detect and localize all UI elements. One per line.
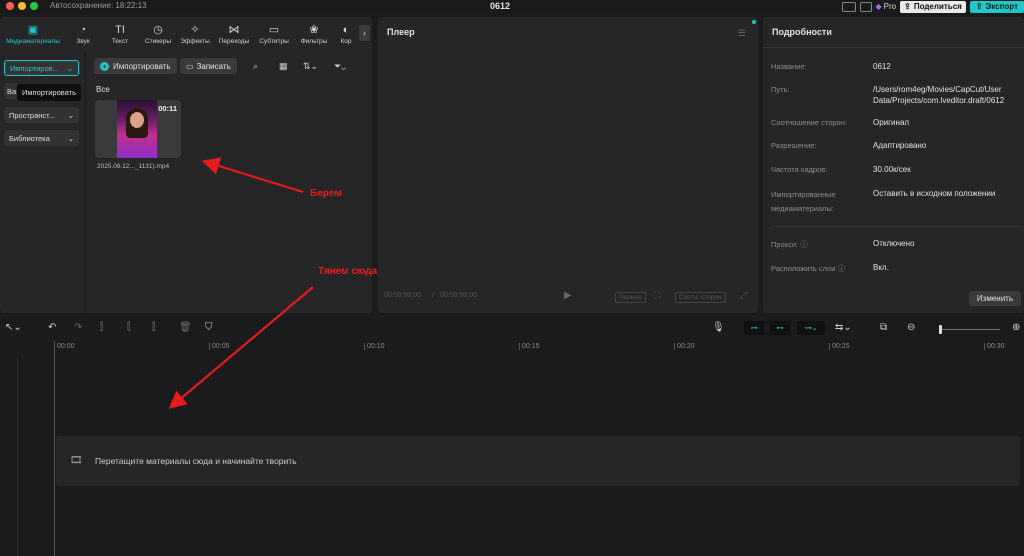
details-title: Подробности — [772, 27, 832, 37]
auto-snap-toggle[interactable]: ⊷ — [770, 321, 790, 335]
total-time: 00:00:00:00 — [440, 292, 477, 299]
notification-dot — [752, 20, 756, 24]
player-title: Плеер — [387, 27, 415, 37]
play-icon[interactable]: ▶ — [564, 290, 572, 301]
microphone-icon[interactable]: 🎙 — [712, 322, 725, 333]
detail-label-path: Путь: — [771, 85, 790, 94]
time-separator: / — [432, 292, 434, 299]
zoom-slider-knob[interactable] — [939, 325, 942, 334]
player-panel: Плеер ☰ 00:00:00:00 / 00:00:00:00 ▶ Полн… — [378, 17, 758, 313]
film-icon: 🎞 — [70, 455, 83, 466]
marker-icon[interactable]: ⛉ — [205, 322, 213, 333]
detail-label-fps: Частота кадров: — [771, 165, 828, 174]
annotation-drag: Тянем сюда — [318, 266, 378, 277]
arrow-take — [201, 157, 304, 194]
playhead[interactable] — [54, 341, 55, 556]
zoom-out-icon[interactable]: ⊖ — [907, 322, 915, 333]
info-icon[interactable]: ⓘ — [800, 240, 808, 249]
detail-value-resolution: Адаптировано — [873, 141, 927, 150]
track-header-divider — [17, 358, 18, 556]
ruler-tick-label: 00:20 — [677, 343, 695, 350]
split-left-icon[interactable]: ⫿ — [127, 322, 130, 333]
detail-label-layers: Расположить слои ⓘ — [771, 263, 845, 274]
undo-icon[interactable]: ↶ — [48, 322, 56, 333]
annotation-take: Берем — [310, 188, 342, 199]
detail-value-path: /Users/rom4eg/Movies/CapCut/User Data/Pr… — [873, 85, 1005, 105]
ruler-tick-label: 00:00 — [57, 343, 75, 350]
detail-label-proxy: Прокси: ⓘ — [771, 239, 808, 250]
redo-icon[interactable]: ↷ — [74, 322, 82, 333]
detail-value-name: 0612 — [873, 62, 891, 71]
crop-icon[interactable]: ⛶ — [654, 290, 660, 301]
divider — [763, 47, 1024, 48]
ruler-tick — [674, 343, 675, 350]
details-panel: Подробности Название: 0612 Путь: /Users/… — [763, 17, 1024, 313]
delete-icon[interactable]: 🗑 — [179, 322, 192, 333]
fullscreen-icon[interactable]: ⤢ — [740, 290, 747, 301]
detail-value-imported: Оставить в исходном положении — [873, 189, 996, 198]
ruler-tick-label: 00:05 — [212, 343, 230, 350]
split-right-icon[interactable]: ⫿ — [152, 322, 155, 333]
menu-icon[interactable]: ☰ — [738, 28, 746, 39]
split-icon[interactable]: ⫿ — [100, 322, 103, 333]
detail-value-ratio: Оригинал — [873, 118, 910, 127]
ruler-tick — [209, 343, 210, 350]
detail-value-layers: Вкл. — [873, 263, 889, 272]
drop-zone-text: Перетащите материалы сюда и начинайте тв… — [95, 456, 297, 466]
proxy-label: Прокси: — [771, 240, 799, 249]
zoom-in-icon[interactable]: ⊕ — [1012, 322, 1020, 333]
aspect-ratio-button[interactable]: Соотн. сторон — [675, 292, 726, 303]
current-time: 00:00:00:00 — [384, 292, 421, 299]
ruler-tick — [519, 343, 520, 350]
timeline-toolbar: ↖⌄ ↶ ↷ ⫿ ⫿ ⫿ 🗑 ⛉ 🎙 ⊶ ⊷ ⊶⌄ ⇆⌄ ⧉ ⊖ ⊕ — [0, 318, 1024, 340]
layers-label: Расположить слои — [771, 264, 836, 273]
info-icon[interactable]: ⓘ — [838, 264, 846, 273]
fit-timeline-icon[interactable]: ⧉ — [880, 322, 887, 333]
ruler-tick — [829, 343, 830, 350]
detail-label-resolution: Разрешение: — [771, 141, 817, 150]
detail-value-fps: 30.00к/сек — [873, 165, 911, 174]
detail-label-imported: Импортированные медиаматериалы: — [771, 190, 836, 213]
detail-label-ratio: Соотношение сторон: — [771, 118, 847, 127]
divider — [771, 226, 1019, 227]
zoom-slider[interactable] — [940, 329, 1000, 330]
ruler-tick — [364, 343, 365, 350]
detail-value-proxy: Отключено — [873, 239, 915, 248]
full-quality-button[interactable]: Полное — [615, 292, 646, 303]
preview-axis-icon[interactable]: ⇆⌄ — [835, 322, 852, 333]
select-cursor-icon[interactable]: ↖⌄ — [5, 322, 22, 333]
ruler-tick-label: 00:15 — [522, 343, 540, 350]
change-button[interactable]: Изменить — [968, 291, 1021, 306]
ruler-tick-label: 00:30 — [987, 343, 1005, 350]
ruler-tick-label: 00:25 — [832, 343, 850, 350]
timeline-ruler[interactable]: 00:00 00:05 00:10 00:15 00:20 00:25 00:30 — [0, 341, 1024, 355]
main-track-magnet-toggle[interactable]: ⊶ — [744, 321, 764, 335]
linkage-toggle[interactable]: ⊶⌄ — [797, 321, 825, 335]
detail-label-name: Название: — [771, 62, 807, 71]
ruler-tick-label: 00:10 — [367, 343, 385, 350]
ruler-tick — [984, 343, 985, 350]
